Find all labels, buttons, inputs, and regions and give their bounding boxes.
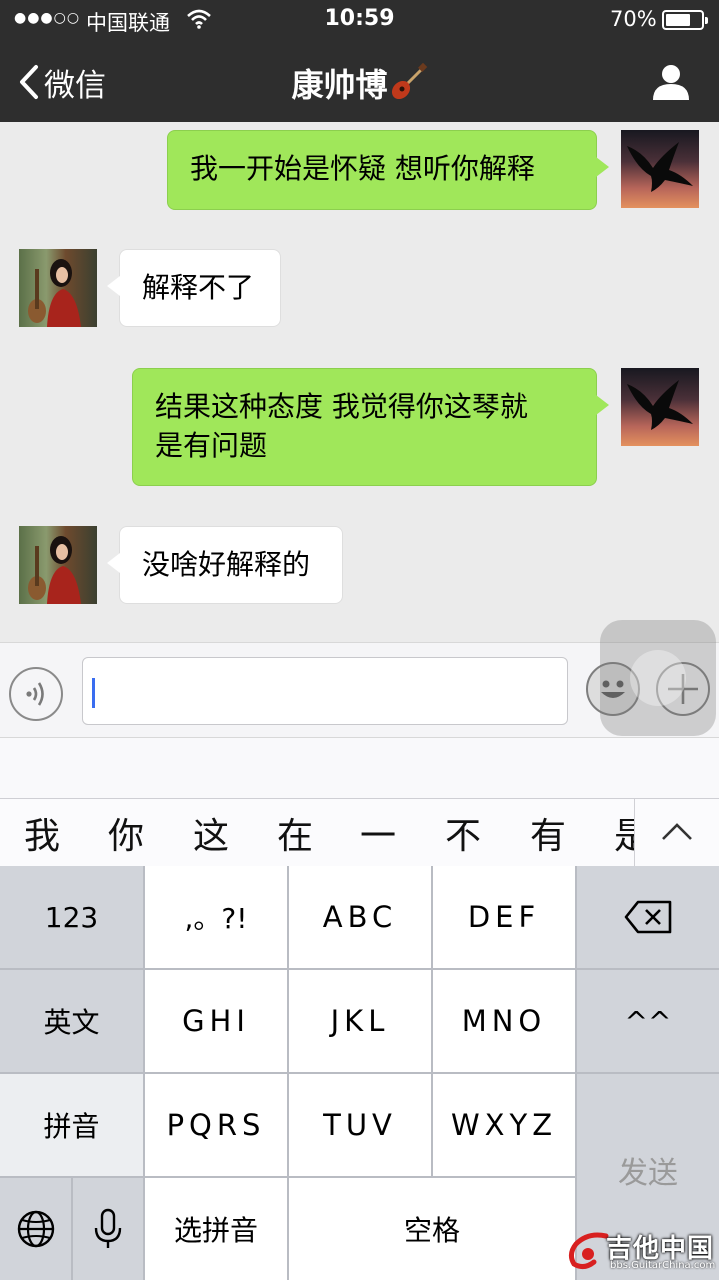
candidate-word[interactable]: 不	[445, 807, 481, 859]
candidate-bar: 我 你 这 在 一 不 有 是	[0, 798, 719, 866]
candidate-word[interactable]: 在	[277, 807, 313, 859]
expand-candidates-button[interactable]	[634, 799, 719, 866]
key-label: GHI	[182, 1004, 250, 1038]
message-bubble-sent[interactable]: 结果这种态度 我觉得你这琴就 是有问题	[132, 368, 609, 486]
key-jkl[interactable]: JKL	[289, 970, 431, 1072]
key-ghi[interactable]: GHI	[145, 970, 287, 1072]
key-def[interactable]: DEF	[433, 866, 575, 968]
eagle-avatar[interactable]	[621, 130, 699, 208]
key-label: ABC	[322, 900, 398, 934]
globe-key[interactable]	[0, 1178, 71, 1280]
key-label: 选拼音	[173, 1214, 258, 1247]
battery-icon	[662, 10, 708, 30]
message-input[interactable]	[82, 657, 568, 725]
key-label: 拼音	[43, 1110, 100, 1143]
person-icon	[653, 65, 689, 100]
key-pinyin[interactable]: 拼音	[0, 1074, 143, 1176]
key-english[interactable]: 英文	[0, 970, 143, 1072]
girl-with-guitar-avatar[interactable]	[19, 249, 97, 327]
microphone-icon	[94, 1208, 122, 1248]
voice-input-button[interactable]	[9, 667, 63, 721]
text-caret	[92, 678, 95, 708]
message-bubble-received[interactable]: 没啥好解释的	[107, 526, 343, 604]
eagle-icon	[627, 142, 693, 192]
status-bar: ●●●○○ 中国联通 10:59 70%	[0, 0, 719, 40]
girl-with-guitar-avatar[interactable]	[19, 526, 97, 604]
eagle-avatar[interactable]	[621, 368, 699, 446]
chat-title: 康帅博	[0, 60, 719, 106]
key-tuv[interactable]: TUV	[289, 1074, 431, 1176]
eagle-icon	[627, 380, 693, 430]
input-spacer	[0, 738, 719, 798]
chevron-up-icon	[662, 823, 692, 840]
dictation-key[interactable]	[73, 1178, 143, 1280]
backspace-icon	[624, 900, 672, 934]
key-emoticon[interactable]: ^^	[577, 970, 719, 1072]
chat-area[interactable]: 我一开始是怀疑 想听你解释 解释不了 结果这种态度 我觉得你这琴就 是有问题 没…	[0, 122, 719, 642]
message-text-line: 是有问题	[155, 429, 268, 462]
key-wxyz[interactable]: WXYZ	[433, 1074, 575, 1176]
message-text-line: 结果这种态度 我觉得你这琴就	[155, 390, 528, 423]
message-text: 我一开始是怀疑 想听你解释	[190, 152, 535, 185]
assistive-touch-button[interactable]	[600, 620, 716, 736]
candidate-word[interactable]: 我	[24, 807, 60, 859]
candidate-word[interactable]: 这	[193, 807, 229, 859]
girl-photo-icon	[28, 259, 81, 327]
nav-bar: 微信 康帅博	[0, 40, 719, 122]
message-bubble-sent[interactable]: 我一开始是怀疑 想听你解释	[167, 130, 609, 210]
key-123[interactable]: 123	[0, 866, 143, 968]
key-label: MNO	[461, 1004, 547, 1038]
key-label: 发送	[618, 1156, 678, 1191]
key-label: 空格	[403, 1214, 460, 1247]
watermark-logo-icon	[568, 1232, 609, 1270]
key-abc[interactable]: ABC	[289, 866, 431, 968]
key-label: 123	[44, 900, 99, 934]
keyboard: 123 ,。?! ABC DEF 英文 GHI JKL MNO ^^ 拼音 PQ…	[0, 866, 719, 1280]
chat-title-text: 康帅博	[291, 66, 388, 104]
key-label: ^^	[624, 1004, 672, 1038]
key-label: WXYZ	[450, 1108, 558, 1142]
key-label: TUV	[323, 1108, 397, 1142]
delete-key[interactable]	[577, 866, 719, 968]
girl-photo-icon	[28, 536, 81, 604]
candidate-word[interactable]: 你	[108, 807, 144, 859]
candidate-word[interactable]: 一	[360, 807, 396, 859]
watermark: 吉他中国 bbs.GuitarChina.com	[566, 1226, 716, 1276]
key-pqrs[interactable]: PQRS	[145, 1074, 287, 1176]
space-key[interactable]: 空格	[289, 1178, 575, 1280]
guitar-icon	[391, 63, 427, 100]
key-mno[interactable]: MNO	[433, 970, 575, 1072]
battery-percent: 70%	[610, 7, 657, 31]
message-text: 没啥好解释的	[142, 548, 311, 581]
key-label: JKL	[330, 1004, 390, 1038]
key-label: DEF	[467, 900, 541, 934]
key-label: 英文	[43, 1006, 100, 1039]
message-text: 解释不了	[142, 271, 255, 304]
watermark-url: bbs.GuitarChina.com	[610, 1260, 716, 1271]
message-bubble-received[interactable]: 解释不了	[107, 249, 281, 327]
candidate-word[interactable]: 有	[530, 807, 566, 859]
voice-icon	[26, 682, 44, 706]
profile-button[interactable]	[650, 62, 692, 102]
key-select-pinyin[interactable]: 选拼音	[145, 1178, 287, 1280]
key-punctuation[interactable]: ,。?!	[145, 866, 287, 968]
key-label: PQRS	[166, 1108, 266, 1142]
globe-icon	[17, 1210, 54, 1248]
key-label: ,。?!	[184, 902, 248, 935]
